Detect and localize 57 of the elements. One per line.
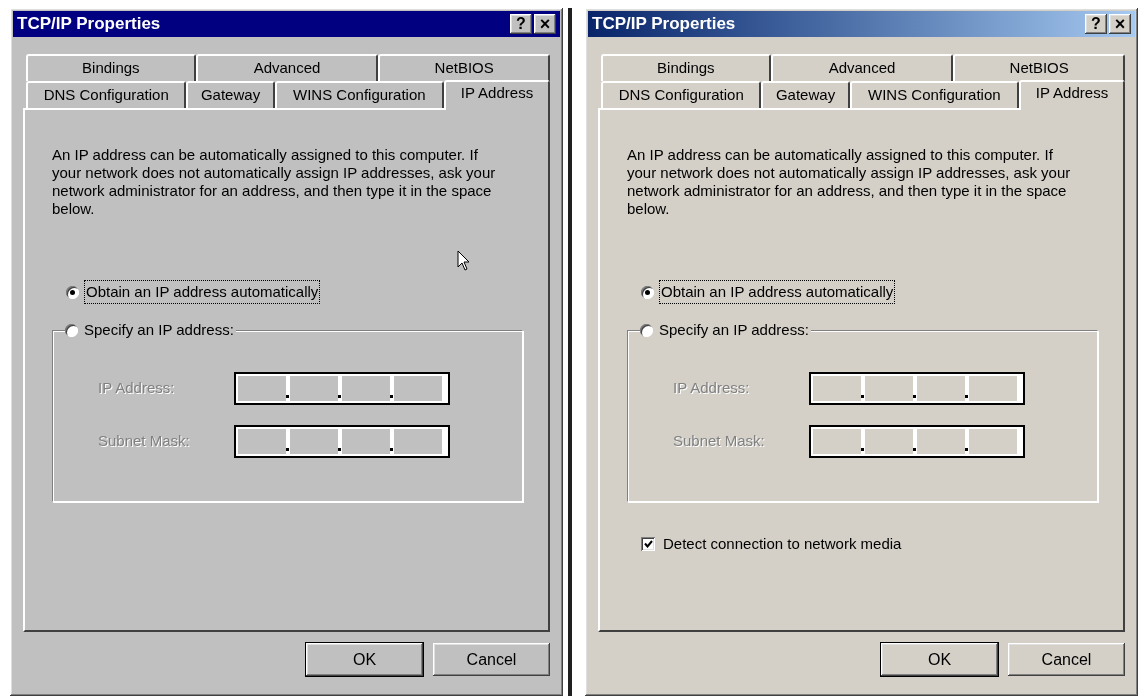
description-text: An IP address can be automatically assigned to this computer. If your network does not automatically assign IP addresses, ask your network administrator for an address, and then type it in the space below. [627,146,1072,218]
checkmark-icon [643,540,653,549]
dot-separator-icon [913,448,916,451]
ip-address-field[interactable] [234,425,450,458]
dot-separator-icon [286,448,289,451]
dot-separator-icon [861,395,864,398]
radio-label[interactable]: Obtain an IP address automatically [660,280,895,304]
description-text: An IP address can be automatically assigned to this computer. If your network does not automatically assign IP addresses, ask your network administrator for an address, and then type it in the space below. [52,146,497,218]
help-button[interactable]: ? [510,14,532,34]
field-label: IP Address: [673,378,751,399]
tab[interactable]: Advanced [770,54,954,81]
dot-separator-icon [390,395,393,398]
dialog-button[interactable]: Cancel [433,643,550,676]
tab[interactable]: Bindings [26,54,196,81]
dot-separator-icon [965,395,968,398]
field-label: Subnet Mask: [98,431,191,452]
tab[interactable]: NetBIOS [378,54,550,81]
checkbox-label[interactable]: Detect connection to network media [663,533,902,556]
tab[interactable]: DNS Configuration [26,81,187,108]
dot-separator-icon [338,448,341,451]
tab[interactable]: IP Address [444,80,550,110]
tab[interactable]: Advanced [195,54,379,81]
help-button[interactable]: ? [1085,14,1107,34]
radio-label[interactable]: Obtain an IP address automatically [85,280,320,304]
field-label: Subnet Mask: [673,431,766,452]
dot-separator-icon [913,395,916,398]
radio-button[interactable] [641,285,654,299]
window-title: TCP/IP Properties [592,13,737,36]
dot-separator-icon [338,395,341,398]
tab[interactable]: Gateway [186,81,275,108]
tab[interactable]: NetBIOS [953,54,1125,81]
tab[interactable]: WINS Configuration [849,81,1019,108]
dot-separator-icon [390,448,393,451]
radio-label[interactable]: Specify an IP address: [84,319,234,342]
tab[interactable]: Bindings [601,54,771,81]
tab[interactable]: Gateway [761,81,850,108]
dot-separator-icon [965,448,968,451]
dot-separator-icon [286,395,289,398]
tab[interactable]: WINS Configuration [274,81,444,108]
ip-address-field[interactable] [234,372,450,405]
ip-address-field[interactable] [809,372,1025,405]
dialog-button[interactable]: OK [881,643,998,676]
window-title: TCP/IP Properties [17,13,162,36]
radio-button[interactable] [640,323,653,337]
radio-button[interactable] [66,285,79,299]
close-button[interactable]: × [534,14,556,34]
dialog-button[interactable]: Cancel [1008,643,1125,676]
dialog-button[interactable]: OK [306,643,423,676]
radio-label[interactable]: Specify an IP address: [659,319,809,342]
close-button[interactable]: × [1109,14,1131,34]
ip-address-field[interactable] [809,425,1025,458]
radio-button[interactable] [65,323,78,337]
checkbox[interactable] [641,537,655,552]
tab[interactable]: IP Address [1019,80,1125,110]
field-label: IP Address: [98,378,176,399]
tab[interactable]: DNS Configuration [601,81,762,108]
dot-separator-icon [861,448,864,451]
